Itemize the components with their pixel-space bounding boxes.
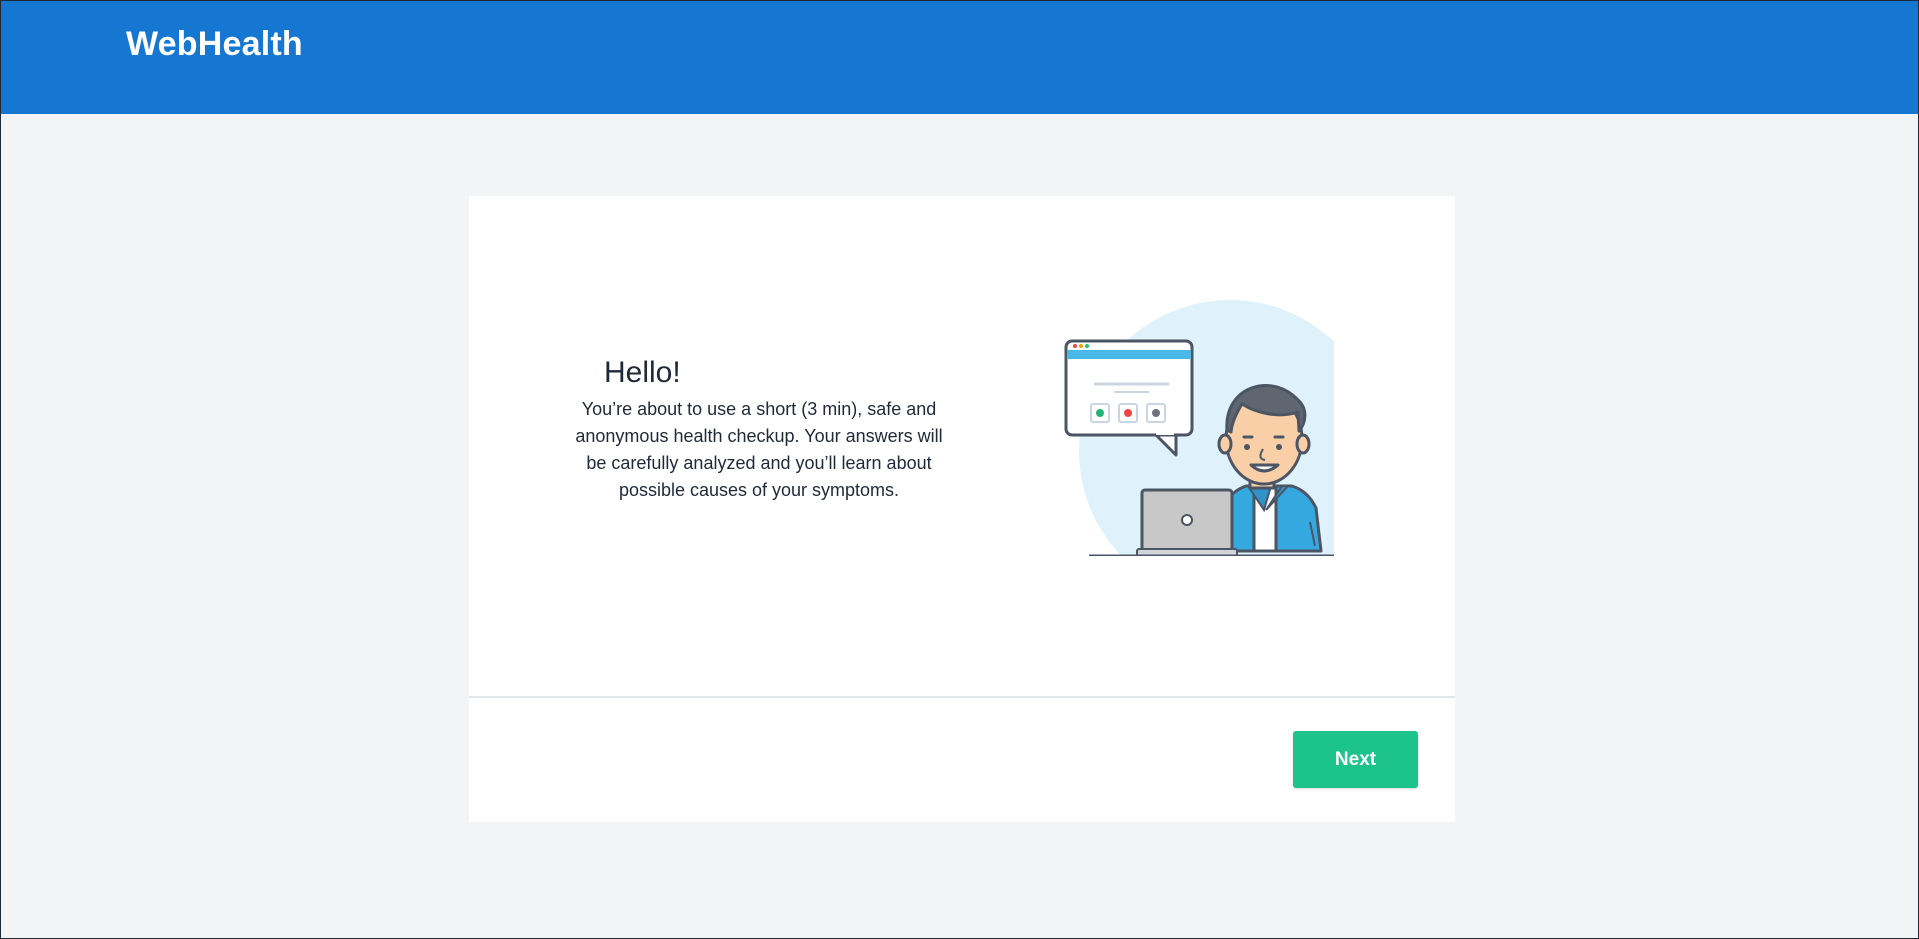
top-navigation-bar: WebHealth (1, 1, 1918, 114)
laptop-icon (1136, 488, 1238, 556)
person-at-laptop-illustration (1064, 300, 1334, 556)
welcome-description: You’re about to use a short (3 min), saf… (575, 399, 943, 500)
welcome-card: Hello! You’re about to use a short (3 mi… (469, 196, 1455, 822)
next-button[interactable]: Next (1293, 731, 1418, 788)
card-footer-divider (469, 696, 1455, 698)
welcome-card-body: Hello! You’re about to use a short (3 mi… (469, 196, 1455, 696)
welcome-intro: Hello! You’re about to use a short (3 mi… (564, 356, 954, 504)
welcome-heading: Hello! (604, 356, 681, 389)
brand-logo-text[interactable]: WebHealth (126, 25, 303, 64)
